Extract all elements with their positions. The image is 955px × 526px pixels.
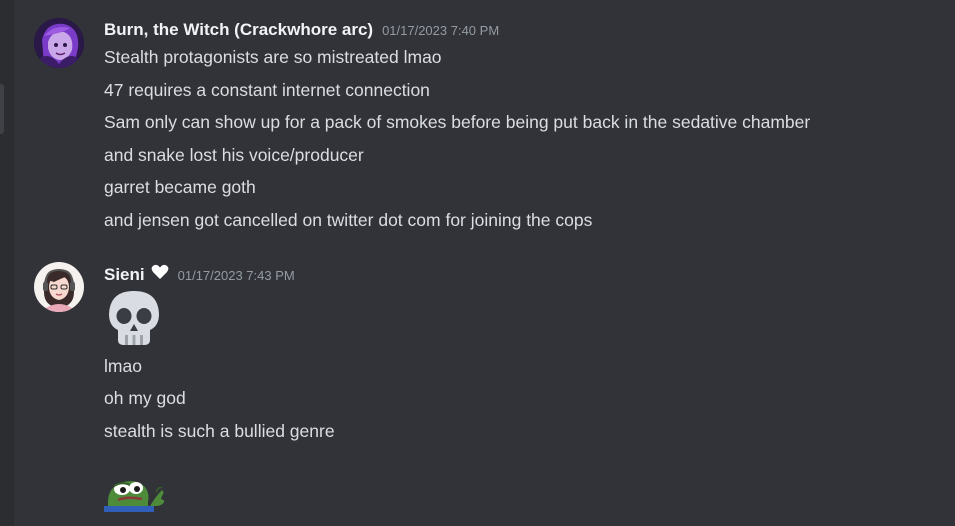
- timestamp[interactable]: 01/17/2023 7:40 PM: [382, 23, 499, 38]
- timestamp[interactable]: 01/17/2023 7:43 PM: [178, 268, 295, 283]
- username[interactable]: Sieni: [104, 265, 145, 285]
- message-text: Sam only can show up for a pack of smoke…: [104, 112, 811, 132]
- message-text: garret became goth: [104, 177, 256, 197]
- message-text: oh my god: [104, 388, 186, 408]
- message-text: lmao: [104, 356, 142, 376]
- username[interactable]: Burn, the Witch (Crackwhore arc): [104, 20, 373, 40]
- message-text: and snake lost his voice/producer: [104, 145, 364, 165]
- white-heart-icon: [151, 264, 169, 285]
- avatar[interactable]: [34, 18, 84, 68]
- message-header: Sieni 01/17/2023 7:43 PM: [104, 264, 295, 285]
- scroll-notch[interactable]: [0, 84, 4, 134]
- message-header: Burn, the Witch (Crackwhore arc) 01/17/2…: [104, 20, 499, 40]
- avatar[interactable]: [34, 262, 84, 312]
- skull-emoji[interactable]: [104, 288, 164, 348]
- pepe-frog-emoji[interactable]: [104, 472, 166, 512]
- message-text: Stealth protagonists are so mistreated l…: [104, 47, 442, 67]
- message-list: Burn, the Witch (Crackwhore arc) 01/17/2…: [14, 0, 955, 526]
- left-rail: [0, 0, 14, 526]
- message-text: 47 requires a constant internet connecti…: [104, 80, 430, 100]
- message-text: stealth is such a bullied genre: [104, 421, 335, 441]
- message-text: and jensen got cancelled on twitter dot …: [104, 210, 593, 230]
